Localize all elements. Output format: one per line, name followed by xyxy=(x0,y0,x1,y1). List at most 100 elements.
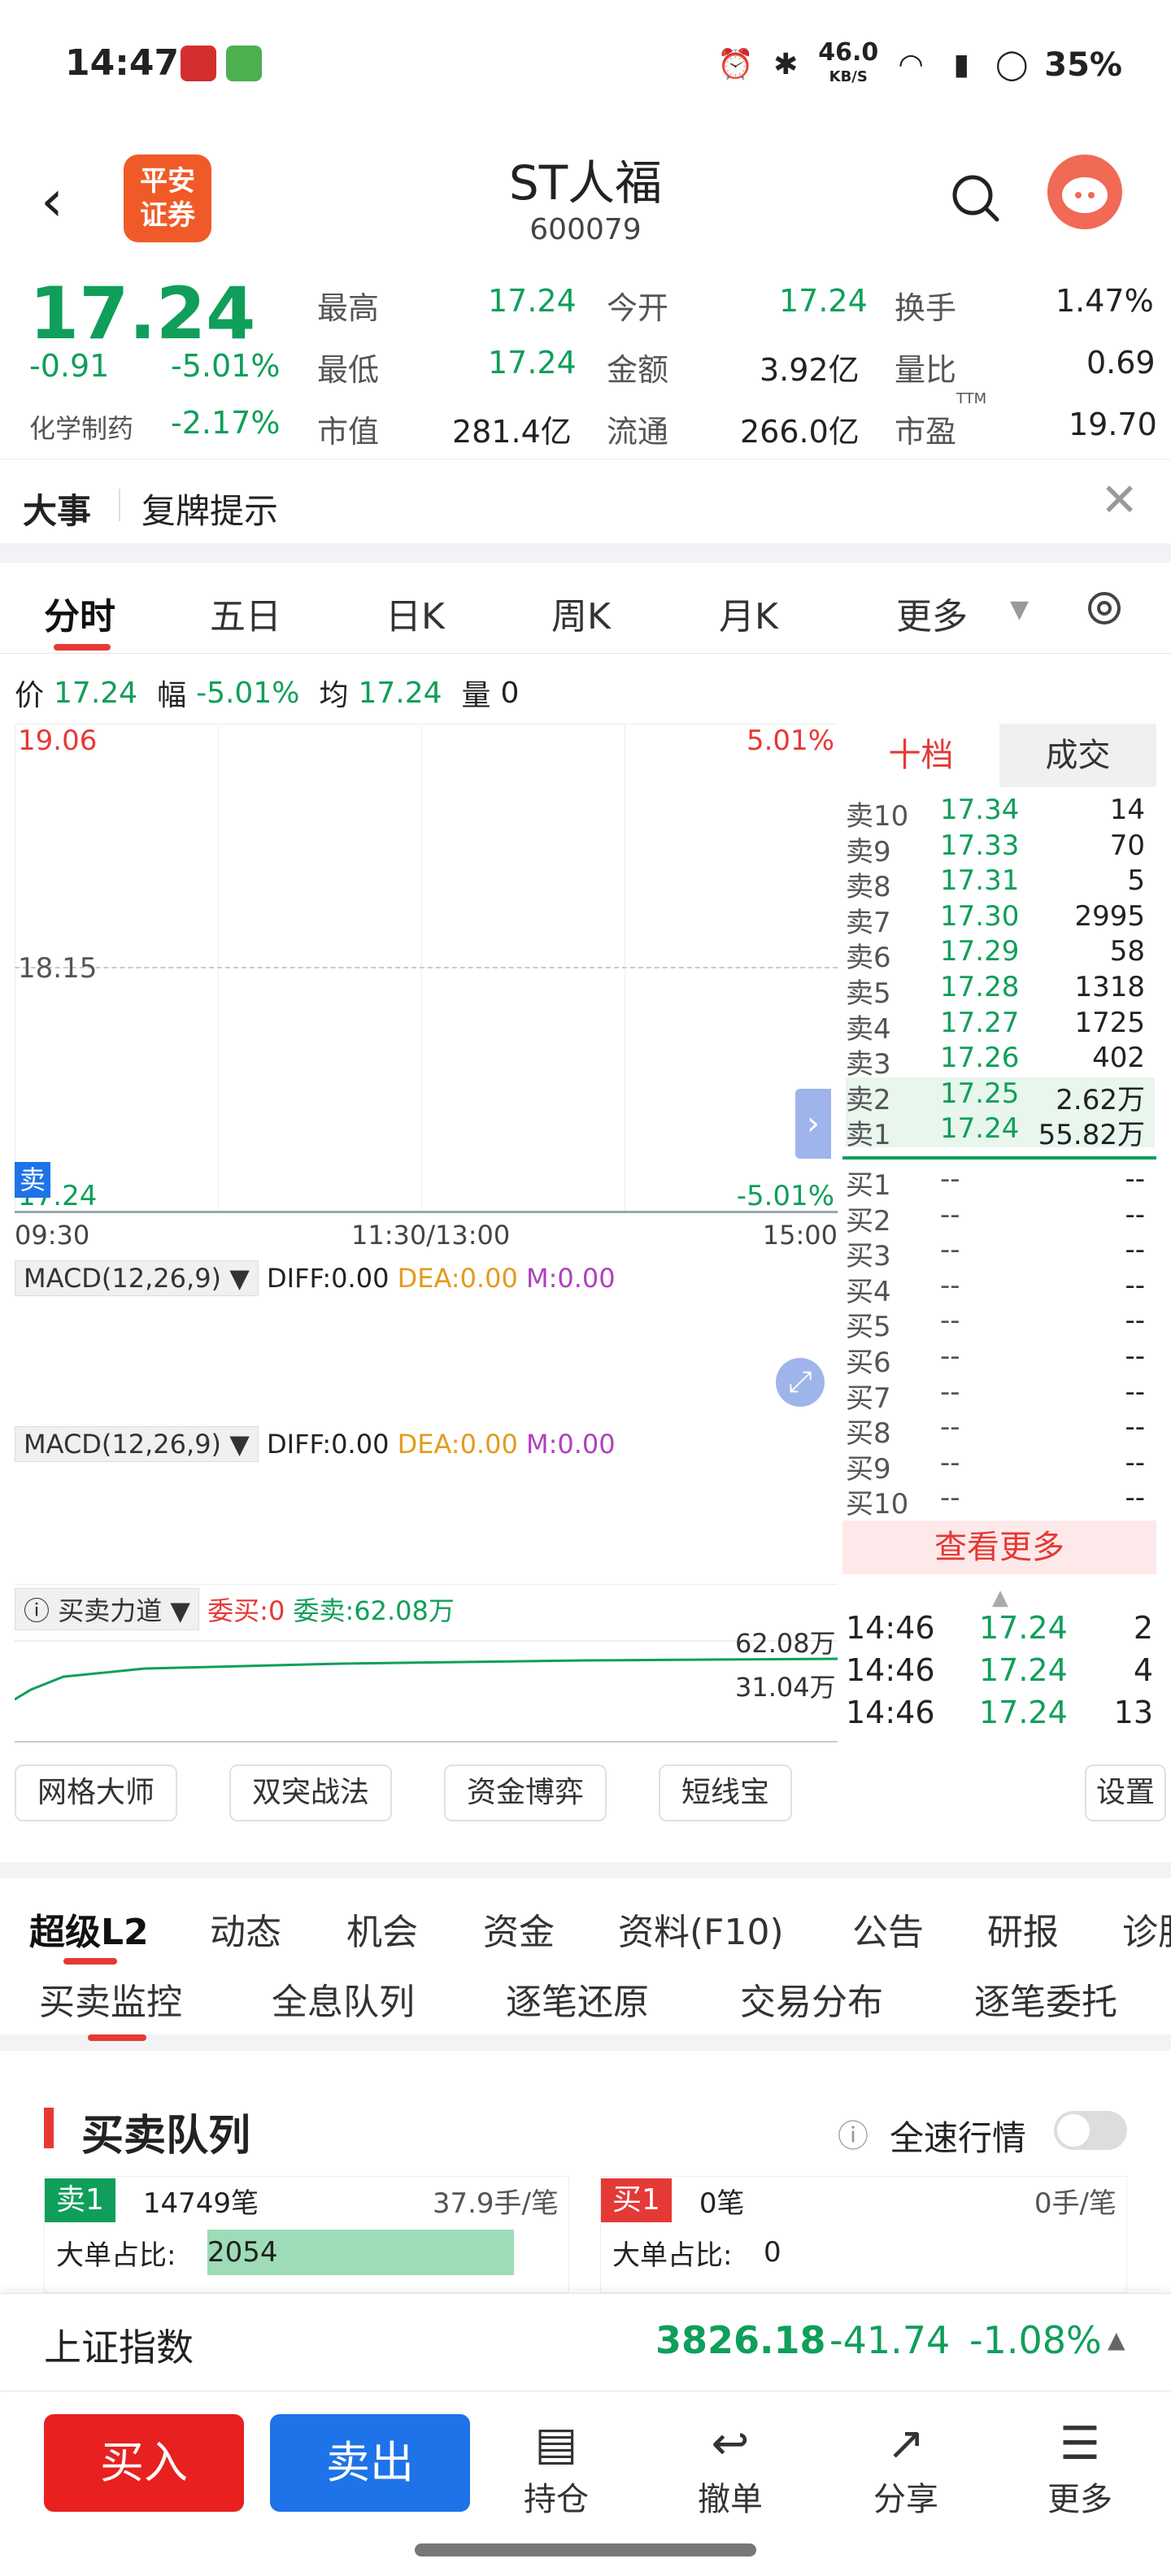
tab-super-l2[interactable]: 超级L2 xyxy=(29,1903,149,1955)
cancel-order-button[interactable]: ↩ 撤单 xyxy=(681,2416,779,2520)
sell-level-row[interactable]: 卖3 17.26 402 xyxy=(846,1042,1155,1081)
tab-daily-k[interactable]: 日K xyxy=(385,587,445,639)
level-volume: -- xyxy=(1125,1411,1145,1444)
close-icon[interactable]: ✕ xyxy=(1100,474,1138,527)
level-volume: -- xyxy=(1125,1163,1145,1195)
tab-intraday[interactable]: 分时 xyxy=(44,587,115,639)
holdings-button[interactable]: ▤ 持仓 xyxy=(507,2416,605,2520)
event-text[interactable]: 复牌提示 xyxy=(141,484,278,533)
macd-selector-secondary[interactable]: MACD(12,26,9) ▼ xyxy=(15,1426,259,1462)
level-price: -- xyxy=(940,1375,960,1408)
settings-gear-icon[interactable] xyxy=(1082,585,1127,631)
assistant-avatar-icon[interactable] xyxy=(1047,154,1122,229)
subtab-distribution[interactable]: 交易分布 xyxy=(740,1973,883,2025)
level-name: 卖9 xyxy=(846,835,891,868)
buy-level-row[interactable]: 买10 -- -- xyxy=(846,1482,1155,1521)
buy-level-row[interactable]: 买8 -- -- xyxy=(846,1411,1155,1450)
buy-level-row[interactable]: 买4 -- -- xyxy=(846,1269,1155,1308)
sell-level-row[interactable]: 卖6 17.29 58 xyxy=(846,935,1155,974)
macd-header-secondary[interactable]: MACD(12,26,9) ▼ DIFF:0.00 DEA:0.00 M:0.0… xyxy=(15,1426,838,1467)
sell-level-row[interactable]: 卖2 17.25 2.62万 xyxy=(846,1077,1155,1116)
tab-opportunity[interactable]: 机会 xyxy=(346,1903,418,1955)
buy-level-row[interactable]: 买5 -- -- xyxy=(846,1304,1155,1343)
level-name: 买5 xyxy=(846,1311,891,1344)
buy-level-row[interactable]: 买2 -- -- xyxy=(846,1199,1155,1238)
sell-level-row[interactable]: 卖5 17.28 1318 xyxy=(846,971,1155,1010)
force-selector[interactable]: ⓘ 买卖力道 ▼ xyxy=(15,1588,199,1630)
subtab-monitor[interactable]: 买卖监控 xyxy=(39,1973,182,2025)
tab-more[interactable]: 更多 xyxy=(896,587,968,639)
home-indicator[interactable] xyxy=(415,2543,756,2556)
level-name: 买2 xyxy=(846,1204,891,1238)
sell-level-row[interactable]: 卖7 17.30 2995 xyxy=(846,900,1155,939)
share-button[interactable]: ↗ 分享 xyxy=(857,2416,955,2520)
force-header[interactable]: ⓘ 买卖力道 ▼ 委买:0 委卖:62.08万 xyxy=(15,1584,838,1630)
tab-announcement[interactable]: 公告 xyxy=(852,1903,924,1955)
buy-level-row[interactable]: 买3 -- -- xyxy=(846,1234,1155,1273)
more-menu-button[interactable]: ☰ 更多 xyxy=(1031,2416,1129,2520)
view-more-button[interactable]: 查看更多 xyxy=(842,1521,1156,1574)
sell-level-row[interactable]: 卖1 17.24 55.82万 xyxy=(846,1112,1155,1151)
level-name: 买1 xyxy=(846,1169,891,1202)
tab-funds[interactable]: 资金 xyxy=(483,1903,555,1955)
level-volume: 58 xyxy=(1109,935,1145,968)
intraday-chart[interactable]: 19.06 5.01% 18.15 17.24 -5.01% 卖 › xyxy=(15,724,838,1216)
sell-level-row[interactable]: 卖4 17.27 1725 xyxy=(846,1007,1155,1046)
sell-level-row[interactable]: 卖8 17.31 5 xyxy=(846,864,1155,903)
active-tab-underline xyxy=(54,644,111,651)
sell-button[interactable]: 卖出 xyxy=(270,2414,470,2512)
expand-book-icon[interactable]: › xyxy=(795,1089,831,1159)
battery-icon: ◯ xyxy=(995,48,1029,81)
subtab-orders[interactable]: 逐笔委托 xyxy=(974,1973,1117,2025)
sell-level-row[interactable]: 卖9 17.33 70 xyxy=(846,829,1155,868)
sell-level-row[interactable]: 卖10 17.34 14 xyxy=(846,794,1155,833)
tab-news[interactable]: 动态 xyxy=(210,1903,281,1955)
chevron-up-icon[interactable]: ▲ xyxy=(1108,2326,1125,2353)
fullscreen-icon[interactable]: ⤢ xyxy=(776,1358,825,1407)
buy-button[interactable]: 买入 xyxy=(44,2414,244,2512)
tab-weekly-k[interactable]: 周K xyxy=(551,587,611,639)
subtab-queue[interactable]: 全息队列 xyxy=(272,1973,415,2025)
tab-diagnosis[interactable]: 诊股 xyxy=(1122,1903,1171,1955)
sector-pct: -2.17% xyxy=(171,405,281,441)
turnover-value: 1.47% xyxy=(1056,283,1154,319)
tab-five-day[interactable]: 五日 xyxy=(210,587,281,639)
search-icon[interactable] xyxy=(947,169,1003,226)
level-price: 17.26 xyxy=(940,1042,1020,1075)
info-icon[interactable]: ⓘ xyxy=(838,2111,868,2156)
tab-research[interactable]: 研报 xyxy=(987,1903,1059,1955)
tools-settings-button[interactable]: 设置 xyxy=(1085,1764,1167,1821)
subtab-tick-replay[interactable]: 逐笔还原 xyxy=(506,1973,649,2025)
tab-monthly-k[interactable]: 月K xyxy=(719,587,778,639)
macd-selector[interactable]: MACD(12,26,9) ▼ xyxy=(15,1260,259,1296)
tab-f10[interactable]: 资料(F10) xyxy=(618,1903,784,1955)
tab-trades[interactable]: 成交 xyxy=(999,724,1156,787)
tool-grid-master[interactable]: 网格大师 xyxy=(15,1764,178,1821)
level-price: 17.31 xyxy=(940,864,1020,898)
chevron-down-icon[interactable]: ▼ xyxy=(1010,595,1029,624)
order-book: 十档 成交 卖10 17.34 14 卖9 17.33 70 卖8 17.31 5 卖7 17.30… xyxy=(842,724,1156,1610)
market-index-bar[interactable]: 上证指数 3826.18 -41.74 -1.08% ▲ xyxy=(0,2293,1171,2391)
buy-level-row[interactable]: 买7 -- -- xyxy=(846,1375,1155,1415)
buy-level-row[interactable]: 买9 -- -- xyxy=(846,1447,1155,1486)
level-name: 卖6 xyxy=(846,942,891,975)
index-value: 3826.18 xyxy=(655,2318,826,2362)
volume-ratio-label: 量比 xyxy=(895,352,957,388)
sector-name[interactable]: 化学制药 xyxy=(29,408,133,446)
open-label: 今开 xyxy=(607,290,669,326)
sell-marker-tag[interactable]: 卖 xyxy=(15,1162,50,1198)
tool-short-line[interactable]: 短线宝 xyxy=(659,1764,793,1821)
collapse-up-icon[interactable]: ▲ xyxy=(992,1586,1008,1610)
level-price: -- xyxy=(940,1482,960,1515)
event-bar[interactable]: 大事 复牌提示 ✕ xyxy=(0,459,1171,543)
tab-ten-levels[interactable]: 十档 xyxy=(842,724,999,787)
macd-header[interactable]: MACD(12,26,9) ▼ DIFF:0.00 DEA:0.00 M:0.0… xyxy=(15,1260,838,1301)
level-volume: 55.82万 xyxy=(1038,1119,1145,1152)
level-volume: 402 xyxy=(1092,1042,1145,1075)
fast-quote-toggle[interactable] xyxy=(1054,2111,1127,2150)
tool-double-break[interactable]: 双突战法 xyxy=(229,1764,393,1821)
tool-capital-game[interactable]: 资金博弈 xyxy=(444,1764,607,1821)
buy-level-row[interactable]: 买1 -- -- xyxy=(846,1163,1155,1202)
buy-level-row[interactable]: 买6 -- -- xyxy=(846,1340,1155,1379)
force-axis-top: 62.08万 xyxy=(735,1628,836,1659)
